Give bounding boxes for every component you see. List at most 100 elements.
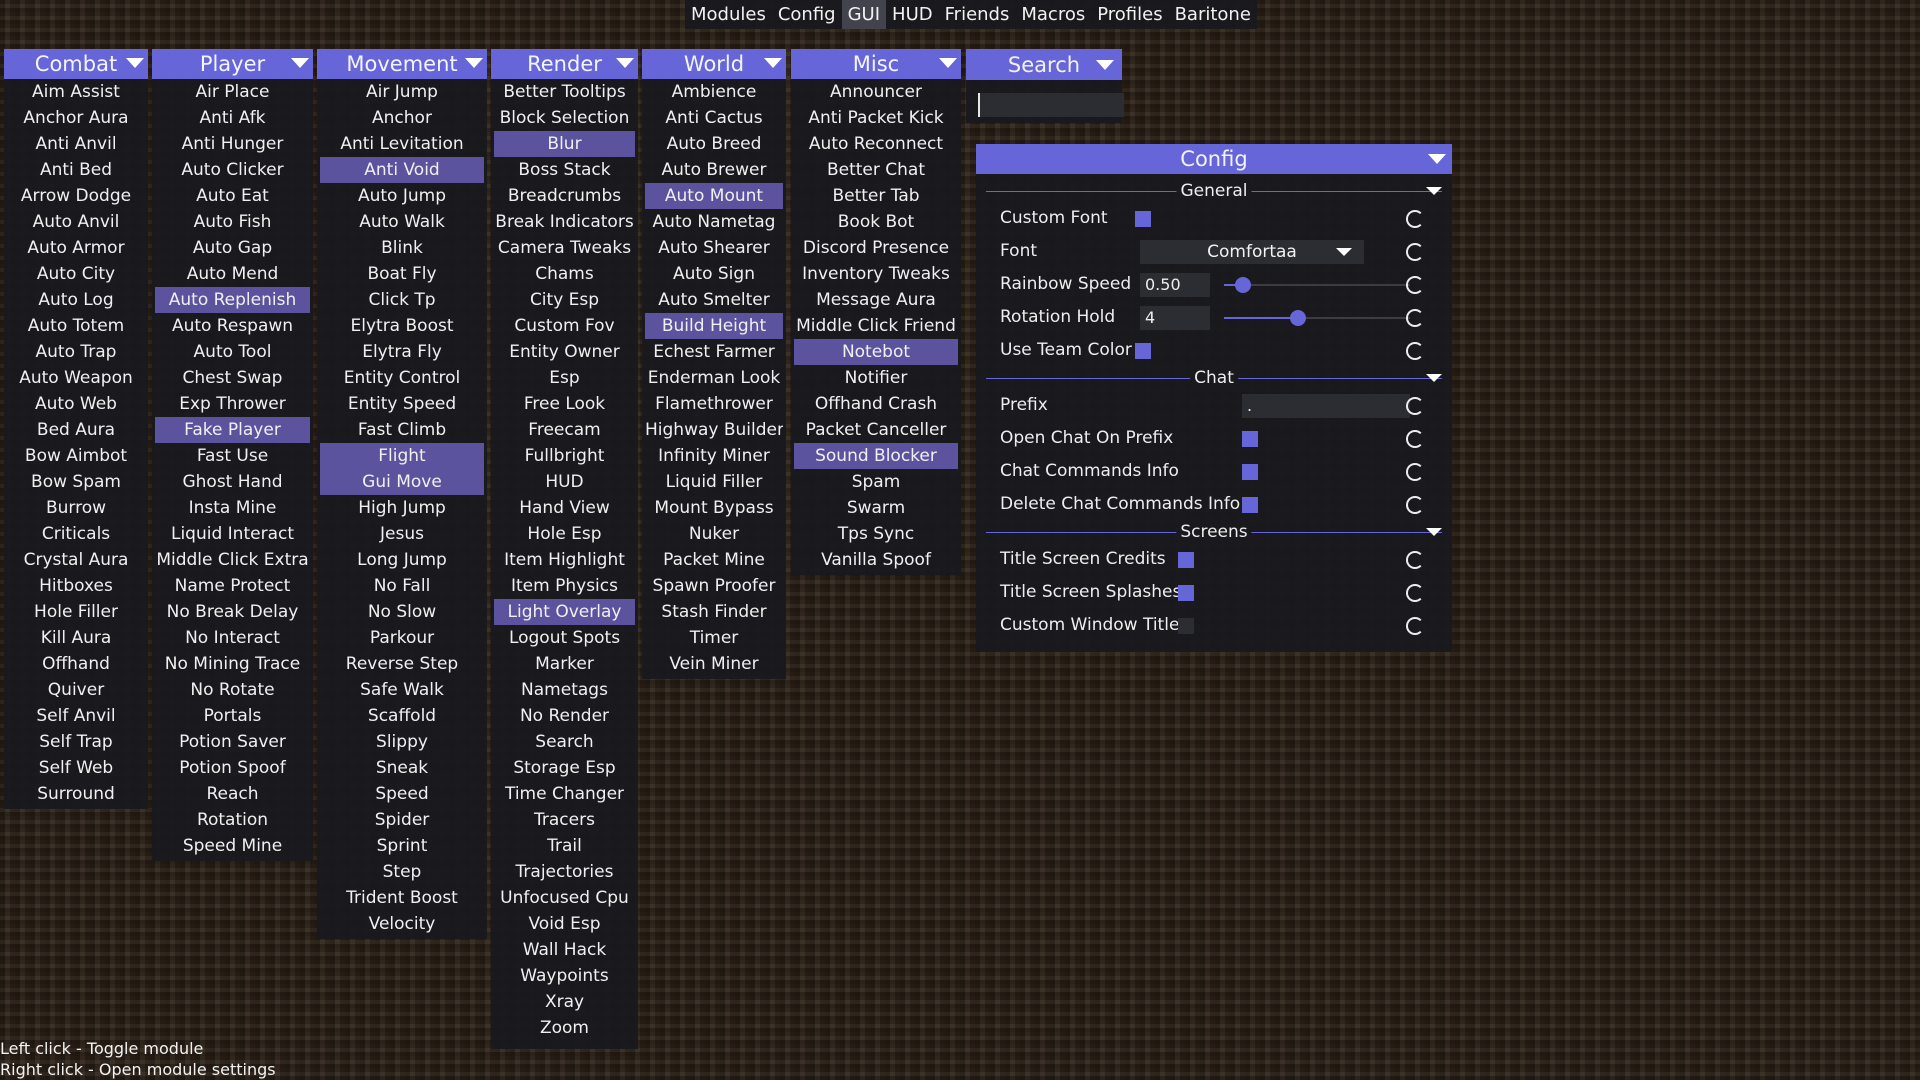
module-item[interactable]: Blink <box>320 235 484 261</box>
module-item[interactable]: Message Aura <box>794 287 958 313</box>
module-item[interactable]: Auto Tool <box>155 339 310 365</box>
module-item[interactable]: Better Tab <box>794 183 958 209</box>
column-header[interactable]: Render <box>491 49 638 79</box>
module-item[interactable]: Flamethrower <box>645 391 783 417</box>
module-item[interactable]: Auto Gap <box>155 235 310 261</box>
module-item[interactable]: Auto Breed <box>645 131 783 157</box>
module-item[interactable]: Exp Thrower <box>155 391 310 417</box>
module-item[interactable]: Auto Replenish <box>155 287 310 313</box>
module-item[interactable]: Boat Fly <box>320 261 484 287</box>
module-item[interactable]: Auto Shearer <box>645 235 783 261</box>
module-item[interactable]: Long Jump <box>320 547 484 573</box>
use-team-color-checkbox[interactable] <box>1135 343 1151 359</box>
module-item[interactable]: Entity Speed <box>320 391 484 417</box>
module-item[interactable]: Book Bot <box>794 209 958 235</box>
module-item[interactable]: Gui Move <box>320 469 484 495</box>
module-item[interactable]: Bow Spam <box>7 469 145 495</box>
module-item[interactable]: Nametags <box>494 677 635 703</box>
module-item[interactable]: Anti Afk <box>155 105 310 131</box>
module-item[interactable]: Auto Trap <box>7 339 145 365</box>
slider-knob[interactable] <box>1234 277 1251 293</box>
module-item[interactable]: Esp <box>494 365 635 391</box>
module-item[interactable]: Enderman Look <box>645 365 783 391</box>
module-item[interactable]: Timer <box>645 625 783 651</box>
module-item[interactable]: Breadcrumbs <box>494 183 635 209</box>
module-item[interactable]: Boss Stack <box>494 157 635 183</box>
module-item[interactable]: Echest Farmer <box>645 339 783 365</box>
chevron-down-icon[interactable] <box>291 58 309 68</box>
chevron-down-icon[interactable] <box>126 58 144 68</box>
module-item[interactable]: Step <box>320 859 484 885</box>
module-item[interactable]: Anchor <box>320 105 484 131</box>
module-item[interactable]: Rotation <box>155 807 310 833</box>
reset-icon[interactable] <box>1406 463 1424 481</box>
module-item[interactable]: Speed Mine <box>155 833 310 859</box>
module-item[interactable]: Vanilla Spoof <box>794 547 958 573</box>
module-item[interactable]: Marker <box>494 651 635 677</box>
custom-window-title-checkbox[interactable] <box>1178 618 1194 634</box>
module-item[interactable]: Spider <box>320 807 484 833</box>
reset-icon[interactable] <box>1406 617 1424 635</box>
chevron-down-icon[interactable] <box>465 58 483 68</box>
module-item[interactable]: Logout Spots <box>494 625 635 651</box>
module-item[interactable]: Liquid Interact <box>155 521 310 547</box>
module-item[interactable]: Name Protect <box>155 573 310 599</box>
chevron-down-icon[interactable] <box>1426 374 1442 382</box>
module-item[interactable]: Insta Mine <box>155 495 310 521</box>
custom-font-checkbox[interactable] <box>1135 211 1151 227</box>
module-item[interactable]: No Interact <box>155 625 310 651</box>
module-item[interactable]: Auto Clicker <box>155 157 310 183</box>
module-item[interactable]: Sneak <box>320 755 484 781</box>
module-item[interactable]: Inventory Tweaks <box>794 261 958 287</box>
module-item[interactable]: Auto Totem <box>7 313 145 339</box>
module-item[interactable]: Free Look <box>494 391 635 417</box>
module-item[interactable]: Portals <box>155 703 310 729</box>
module-item[interactable]: Safe Walk <box>320 677 484 703</box>
module-item[interactable]: Slippy <box>320 729 484 755</box>
module-item[interactable]: Nuker <box>645 521 783 547</box>
chevron-down-icon[interactable] <box>616 58 634 68</box>
module-item[interactable]: Auto Mount <box>645 183 783 209</box>
module-item[interactable]: No Render <box>494 703 635 729</box>
reset-icon[interactable] <box>1406 342 1424 360</box>
module-item[interactable]: Anti Levitation <box>320 131 484 157</box>
module-item[interactable]: Packet Mine <box>645 547 783 573</box>
module-item[interactable]: Kill Aura <box>7 625 145 651</box>
module-item[interactable]: Xray <box>494 989 635 1015</box>
module-item[interactable]: Fast Climb <box>320 417 484 443</box>
module-item[interactable]: Anchor Aura <box>7 105 145 131</box>
font-dropdown[interactable]: Comfortaa <box>1140 240 1364 264</box>
chevron-down-icon[interactable] <box>1428 154 1446 164</box>
module-item[interactable]: Auto Sign <box>645 261 783 287</box>
module-item[interactable]: No Break Delay <box>155 599 310 625</box>
module-item[interactable]: Announcer <box>794 79 958 105</box>
reset-icon[interactable] <box>1406 397 1424 415</box>
search-input[interactable] <box>978 93 1124 117</box>
title-screen-credits-checkbox[interactable] <box>1178 552 1194 568</box>
module-item[interactable]: Entity Control <box>320 365 484 391</box>
module-item[interactable]: Chest Swap <box>155 365 310 391</box>
module-item[interactable]: Air Place <box>155 79 310 105</box>
module-item[interactable]: Auto Log <box>7 287 145 313</box>
module-item[interactable]: Trajectories <box>494 859 635 885</box>
module-item[interactable]: Freecam <box>494 417 635 443</box>
chevron-down-icon[interactable] <box>764 58 782 68</box>
module-item[interactable]: Crystal Aura <box>7 547 145 573</box>
module-item[interactable]: Better Tooltips <box>494 79 635 105</box>
module-item[interactable]: Quiver <box>7 677 145 703</box>
module-item[interactable]: Self Trap <box>7 729 145 755</box>
column-header[interactable]: Player <box>152 49 313 79</box>
column-header[interactable]: Movement <box>317 49 487 79</box>
module-item[interactable]: Self Web <box>7 755 145 781</box>
chevron-down-icon[interactable] <box>1096 60 1114 70</box>
module-item[interactable]: Spawn Proofer <box>645 573 783 599</box>
rotation-hold-slider[interactable] <box>1224 310 1410 326</box>
module-item[interactable]: Reach <box>155 781 310 807</box>
column-header[interactable]: World <box>642 49 786 79</box>
module-item[interactable]: Auto Smelter <box>645 287 783 313</box>
module-item[interactable]: Velocity <box>320 911 484 937</box>
module-item[interactable]: Fast Use <box>155 443 310 469</box>
module-item[interactable]: Discord Presence <box>794 235 958 261</box>
module-item[interactable]: Void Esp <box>494 911 635 937</box>
module-item[interactable]: Search <box>494 729 635 755</box>
